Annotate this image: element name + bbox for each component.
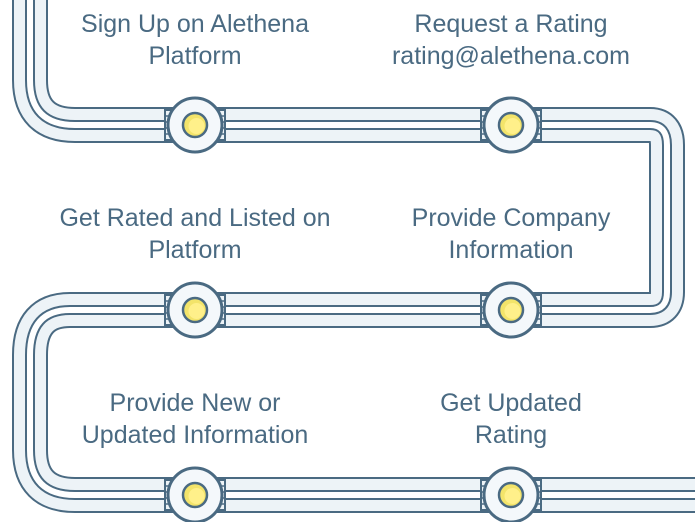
- step-label-line2: Updated Information: [81, 421, 309, 449]
- step-label-request-rating: Request a Rating rating@alethena.com: [361, 8, 661, 72]
- step-label-line1: Sign Up on Alethena: [81, 10, 309, 38]
- step-label-provide-new: Provide New or Updated Information: [45, 387, 345, 451]
- step-label-provide-company: Provide Company Information: [361, 202, 661, 266]
- step-label-line2: Platform: [148, 236, 242, 264]
- step-label-get-rated: Get Rated and Listed on Platform: [35, 202, 355, 266]
- step-label-signup: Sign Up on Alethena Platform: [45, 8, 345, 72]
- step-label-line2: rating@alethena.com: [391, 42, 630, 70]
- step-label-line1: Provide Company: [411, 204, 611, 232]
- node-provide-company: [479, 281, 543, 339]
- step-label-get-updated: Get Updated Rating: [361, 387, 661, 451]
- step-label-line1: Get Rated and Listed on: [59, 204, 331, 232]
- step-label-line1: Request a Rating: [414, 10, 608, 38]
- node-get-updated: [479, 466, 543, 522]
- node-provide-new: [163, 466, 227, 522]
- node-get-rated: [163, 281, 227, 339]
- node-request-rating: [479, 96, 543, 154]
- node-signup: [163, 96, 227, 154]
- step-label-line2: Information: [448, 236, 574, 264]
- step-label-line2: Rating: [474, 421, 548, 449]
- step-label-line1: Provide New or: [109, 389, 281, 417]
- step-label-line1: Get Updated: [440, 389, 582, 417]
- step-label-line2: Platform: [148, 42, 242, 70]
